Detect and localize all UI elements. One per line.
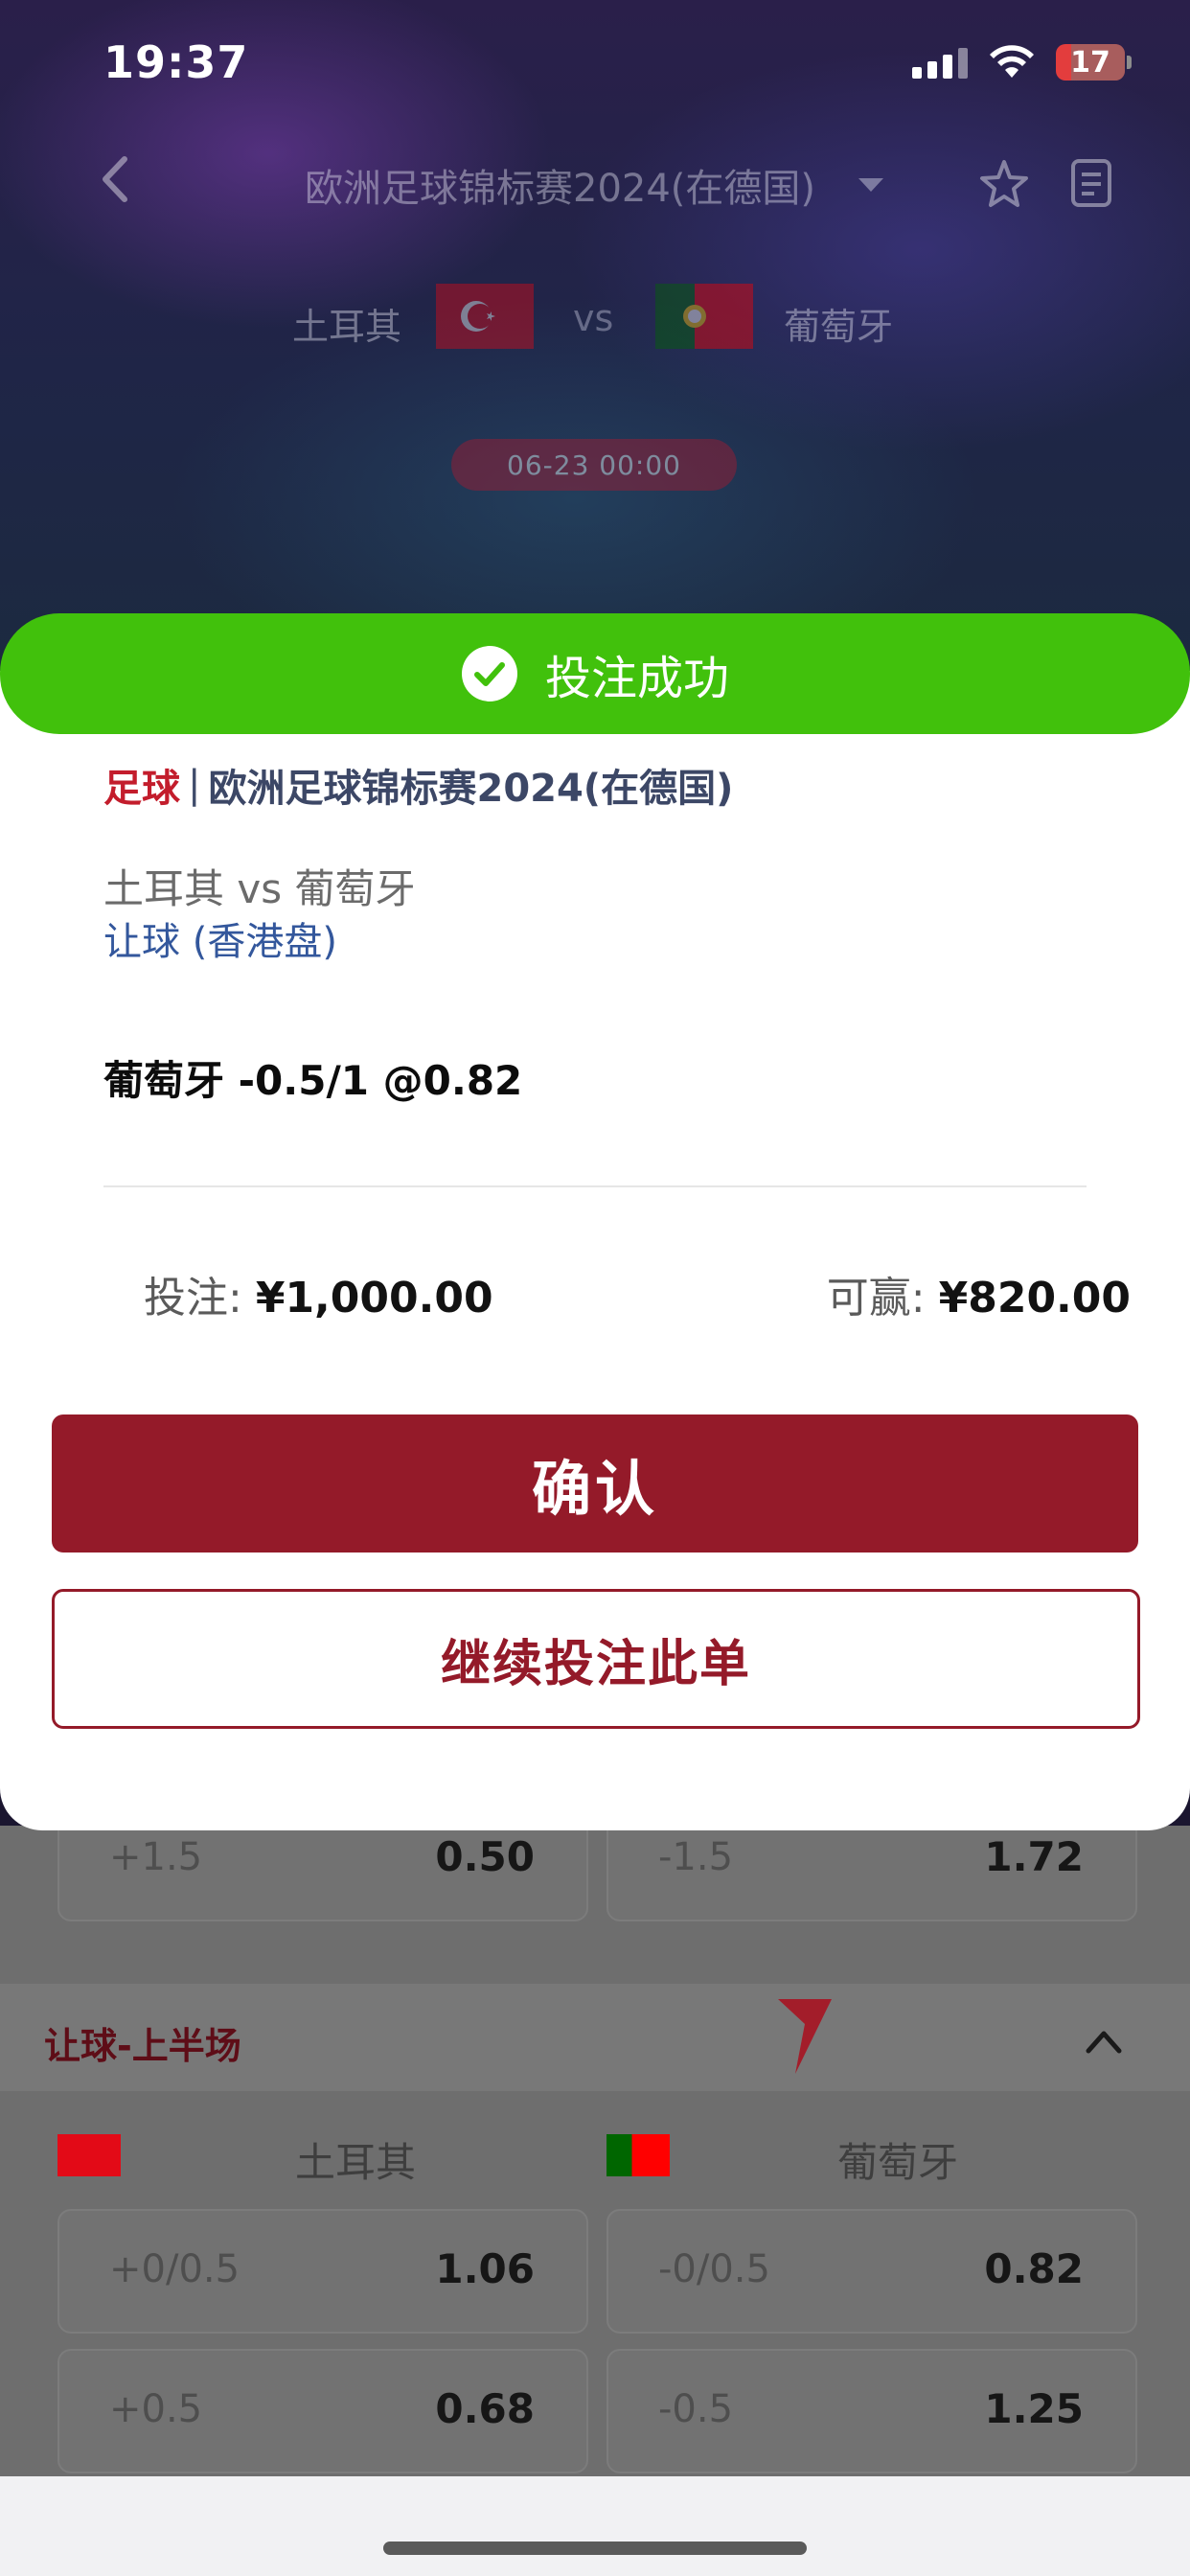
handicap-value: -1.5 — [658, 1835, 734, 1879]
nav-bar: 欧洲足球锦标赛2024(在德国) — [0, 144, 1190, 220]
column-home-team: 土耳其 — [295, 2139, 417, 2186]
odds-cell[interactable]: -0.5 1.25 — [606, 2349, 1137, 2473]
stake-label: 投注: — [144, 1274, 242, 1322]
odds-value: 0.68 — [435, 2385, 535, 2432]
kickoff-time: 06-23 00:00 — [451, 439, 737, 491]
win-label: 可赢: — [826, 1274, 926, 1322]
odds-value: 0.50 — [435, 1833, 535, 1880]
battery-level: 17 — [1070, 45, 1110, 80]
caret-down-icon[interactable] — [858, 178, 883, 192]
portugal-flag-icon — [606, 2134, 670, 2176]
turkey-flag-icon — [57, 2134, 121, 2176]
bet-league-line: 足球 | 欧洲足球锦标赛2024(在德国) — [103, 757, 733, 813]
success-text: 投注成功 — [544, 652, 729, 705]
match-name: 土耳其 vs 葡萄牙 — [103, 865, 416, 912]
away-team-name: 葡萄牙 — [784, 306, 894, 348]
portugal-flag-icon — [655, 284, 753, 349]
odds-cell[interactable]: +0.5 0.68 — [57, 2349, 588, 2473]
check-circle-icon — [461, 646, 517, 702]
section-title: 让球-上半场 — [44, 2025, 241, 2067]
stake-value: ¥1,000.00 — [255, 1274, 493, 1322]
continue-betting-button[interactable]: 继续投注此单 — [52, 1589, 1140, 1729]
separator: | — [188, 763, 201, 807]
handicap-value: -0.5 — [658, 2387, 734, 2431]
home-indicator-area — [0, 2476, 1190, 2576]
league-name: 欧洲足球锦标赛2024(在德国) — [208, 767, 734, 811]
teams-row: 土耳其 vs 葡萄牙 — [0, 284, 1190, 353]
bet-selection: 葡萄牙 -0.5/1 @0.82 — [103, 1057, 523, 1104]
odds-value: 1.72 — [984, 1833, 1084, 1880]
confirm-button[interactable]: 确认 — [52, 1414, 1138, 1552]
market-section-header[interactable]: 让球-上半场 — [0, 1984, 1190, 2091]
divider — [103, 1185, 1087, 1187]
turkey-flag-icon — [436, 284, 534, 349]
odds-value: 0.82 — [984, 2245, 1084, 2292]
status-time: 19:37 — [103, 36, 249, 88]
odds-cell[interactable]: +0/0.5 1.06 — [57, 2209, 588, 2334]
success-banner: 投注成功 — [0, 613, 1190, 734]
odds-cell[interactable]: -0/0.5 0.82 — [606, 2209, 1137, 2334]
chevron-up-icon[interactable] — [1085, 2022, 1123, 2060]
wifi-icon — [990, 45, 1034, 78]
status-icons: 17 — [912, 44, 1132, 80]
brand-slash-icon — [778, 1999, 832, 2074]
home-team-name: 土耳其 — [292, 306, 402, 348]
potential-win: 可赢: ¥820.00 — [827, 1263, 1131, 1324]
column-away-team: 葡萄牙 — [837, 2139, 959, 2186]
odds-value: 1.06 — [435, 2245, 535, 2292]
status-bar: 19:37 17 — [0, 0, 1190, 128]
bet-record-icon[interactable] — [1064, 155, 1119, 211]
win-value: ¥820.00 — [938, 1274, 1131, 1322]
league-title[interactable]: 欧洲足球锦标赛2024(在德国) — [305, 157, 815, 213]
odds-value: 1.25 — [984, 2385, 1084, 2432]
star-icon[interactable] — [977, 157, 1031, 211]
home-indicator[interactable] — [383, 2542, 807, 2555]
dimmed-odds-section: +1.5 0.50 -1.5 1.72 让球-上半场 土耳其 葡萄牙 +0/0.… — [0, 1797, 1190, 2477]
back-arrow-icon[interactable] — [92, 155, 140, 203]
stake-amount: 投注: ¥1,000.00 — [144, 1263, 493, 1324]
handicap-value: +0/0.5 — [109, 2247, 240, 2291]
sport-label: 足球 — [103, 767, 180, 811]
vs-label: vs — [573, 297, 614, 339]
battery-icon: 17 — [1056, 44, 1132, 80]
handicap-value: -0/0.5 — [658, 2247, 770, 2291]
market-name: 让球 (香港盘) — [103, 920, 337, 964]
cellular-signal-icon — [912, 46, 968, 79]
handicap-value: +0.5 — [109, 2387, 203, 2431]
handicap-value: +1.5 — [109, 1835, 203, 1879]
